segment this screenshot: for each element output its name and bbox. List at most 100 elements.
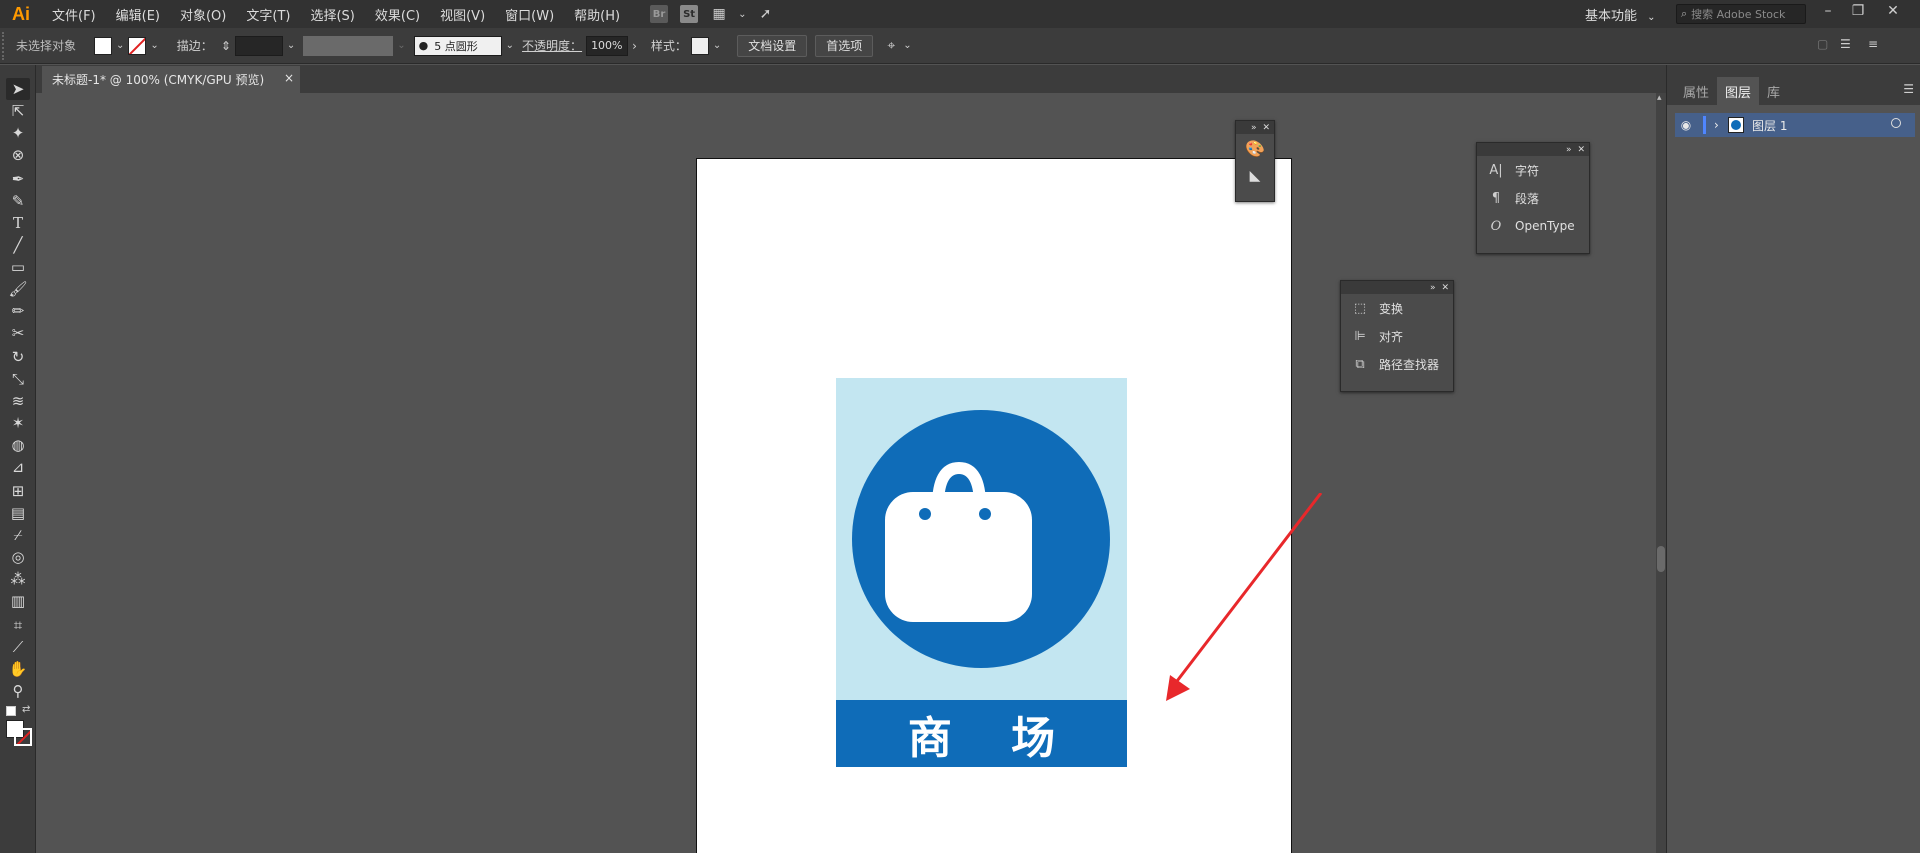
gradient-panel-icon[interactable]: ◣: [1236, 162, 1274, 190]
close-icon[interactable]: ✕: [1577, 145, 1585, 155]
menu-view[interactable]: 视图(V): [430, 5, 495, 24]
stroke-weight-field[interactable]: [234, 35, 283, 56]
blend-tool-icon[interactable]: ◎: [6, 546, 30, 568]
magic-wand-tool-icon[interactable]: ✦: [6, 122, 30, 144]
type-tool-icon[interactable]: T: [6, 212, 30, 234]
graphic-style-swatch[interactable]: [690, 36, 709, 55]
expand-icon[interactable]: »: [1566, 145, 1572, 155]
panel-header[interactable]: » ✕: [1236, 121, 1274, 134]
control-options-icon[interactable]: ☰: [1840, 37, 1851, 51]
scale-tool-icon[interactable]: ⤡: [6, 368, 30, 390]
opacity-field[interactable]: 100%: [586, 35, 629, 56]
tab-properties[interactable]: 属性: [1675, 77, 1717, 105]
pencil-tool-icon[interactable]: ✏: [6, 300, 30, 322]
layer-name[interactable]: 图层 1: [1752, 117, 1787, 134]
menu-select[interactable]: 选择(S): [300, 5, 364, 24]
color-guide-icon[interactable]: 🎨: [1236, 134, 1274, 162]
panel-item-transform[interactable]: ⬚ 变换: [1341, 294, 1453, 322]
stroke-stepper-icon[interactable]: ⇕: [221, 39, 231, 53]
gpu-performance-icon[interactable]: ➚: [756, 5, 774, 23]
document-setup-button[interactable]: 文档设置: [737, 34, 808, 57]
workspace-switcher[interactable]: 基本功能 ⌄: [1585, 5, 1656, 24]
canvas-area[interactable]: 商 场 ▴: [36, 93, 1666, 853]
chevron-down-icon[interactable]: ⌄: [506, 40, 514, 51]
panel-item-opentype[interactable]: O OpenType: [1477, 212, 1589, 240]
fill-swatch[interactable]: [94, 36, 113, 55]
close-window-button[interactable]: ✕: [1878, 0, 1908, 22]
perspective-grid-tool-icon[interactable]: ⊿: [6, 456, 30, 478]
puppet-warp-tool-icon[interactable]: ✶: [6, 412, 30, 434]
isolate-icon[interactable]: ▢: [1817, 37, 1828, 51]
tab-libraries[interactable]: 库: [1759, 77, 1788, 105]
panel-menu-icon[interactable]: ☰: [1903, 82, 1914, 96]
eyedropper-tool-icon[interactable]: ⌿: [6, 524, 30, 546]
curvature-tool-icon[interactable]: ✎: [6, 190, 30, 212]
preferences-button[interactable]: 首选项: [815, 34, 874, 57]
rectangle-tool-icon[interactable]: ▭: [6, 256, 30, 278]
panel-item-paragraph[interactable]: ¶ 段落: [1477, 184, 1589, 212]
close-icon[interactable]: ✕: [1441, 283, 1449, 293]
mall-sign-artwork[interactable]: 商 场: [836, 378, 1127, 767]
pen-tool-icon[interactable]: ✒: [6, 168, 30, 190]
panel-item-character[interactable]: A| 字符: [1477, 156, 1589, 184]
line-tool-icon[interactable]: ╱: [6, 234, 30, 256]
stock-search-field[interactable]: ⌕ 搜索 Adobe Stock: [1676, 4, 1806, 24]
warp-tool-icon[interactable]: ≋: [6, 390, 30, 412]
variable-width-profile[interactable]: [303, 35, 394, 56]
vertical-scrollbar[interactable]: ▴: [1656, 93, 1666, 853]
chevron-down-icon[interactable]: ⌄: [713, 40, 721, 51]
tab-layers[interactable]: 图层: [1717, 77, 1760, 105]
paintbrush-tool-icon[interactable]: 🖌: [6, 278, 30, 300]
panel-item-align[interactable]: ⊫ 对齐: [1341, 322, 1453, 350]
stroke-color-icon[interactable]: [14, 728, 32, 746]
column-graph-tool-icon[interactable]: ▥: [6, 590, 30, 612]
swap-colors-icon[interactable]: ⇄: [22, 704, 30, 715]
menu-file[interactable]: 文件(F): [42, 5, 106, 24]
menu-window[interactable]: 窗口(W): [495, 5, 564, 24]
sign-circle[interactable]: [852, 410, 1110, 668]
stock-icon[interactable]: St: [680, 5, 699, 23]
expand-icon[interactable]: »: [1251, 123, 1257, 133]
mesh-tool-icon[interactable]: ⊞: [6, 480, 30, 502]
stroke-swatch[interactable]: [128, 36, 147, 55]
expand-icon[interactable]: »: [1430, 283, 1436, 293]
bridge-icon[interactable]: Br: [650, 5, 669, 23]
panel-menu-icon[interactable]: ≡: [1868, 37, 1878, 51]
chevron-right-icon[interactable]: ›: [632, 39, 637, 53]
gradient-tool-icon[interactable]: ▤: [6, 502, 30, 524]
layer-target-icon[interactable]: [1891, 118, 1901, 128]
lasso-tool-icon[interactable]: ⊗: [6, 144, 30, 166]
panel-header[interactable]: » ✕: [1477, 143, 1589, 156]
scissors-tool-icon[interactable]: ✂: [6, 322, 30, 344]
menu-object[interactable]: 对象(O): [170, 5, 236, 24]
scrollbar-thumb[interactable]: [1657, 546, 1665, 572]
control-bar-grip[interactable]: [2, 31, 10, 60]
close-icon[interactable]: ×: [284, 71, 294, 85]
rotate-tool-icon[interactable]: ↻: [6, 346, 30, 368]
document-tab[interactable]: 未标题-1* @ 100% (CMYK/GPU 预览) ×: [42, 66, 300, 93]
artboard-tool-icon[interactable]: ⌗: [6, 614, 30, 636]
selection-tool-icon[interactable]: ➤: [6, 78, 30, 100]
close-icon[interactable]: ✕: [1262, 123, 1270, 133]
chevron-down-icon[interactable]: ⌄: [738, 9, 746, 20]
brush-definition-field[interactable]: ● 5 点圆形: [413, 35, 502, 56]
shape-builder-tool-icon[interactable]: ◍: [6, 434, 30, 456]
opacity-label[interactable]: 不透明度：: [522, 37, 582, 54]
chevron-down-icon[interactable]: ⌄: [287, 40, 295, 51]
scroll-up-icon[interactable]: ▴: [1657, 93, 1662, 103]
minimize-button[interactable]: –: [1813, 0, 1843, 22]
align-options-icon[interactable]: ⌖: [887, 38, 895, 54]
symbol-sprayer-tool-icon[interactable]: ⁂: [6, 568, 30, 590]
chevron-right-icon[interactable]: ›: [1714, 118, 1728, 132]
hand-tool-icon[interactable]: ✋: [6, 658, 30, 680]
default-colors-icon[interactable]: [6, 706, 16, 716]
layer-row[interactable]: ◉ › 图层 1: [1675, 113, 1915, 137]
arrange-documents-icon[interactable]: ▦: [710, 5, 728, 23]
slice-tool-icon[interactable]: ⟋: [6, 636, 30, 658]
chevron-down-icon[interactable]: ⌄: [116, 40, 124, 51]
chevron-down-icon[interactable]: ⌄: [903, 40, 911, 51]
menu-edit[interactable]: 编辑(E): [106, 5, 170, 24]
zoom-tool-icon[interactable]: ⚲: [6, 680, 30, 702]
direct-selection-tool-icon[interactable]: ⇱: [6, 100, 30, 122]
menu-effect[interactable]: 效果(C): [365, 5, 430, 24]
